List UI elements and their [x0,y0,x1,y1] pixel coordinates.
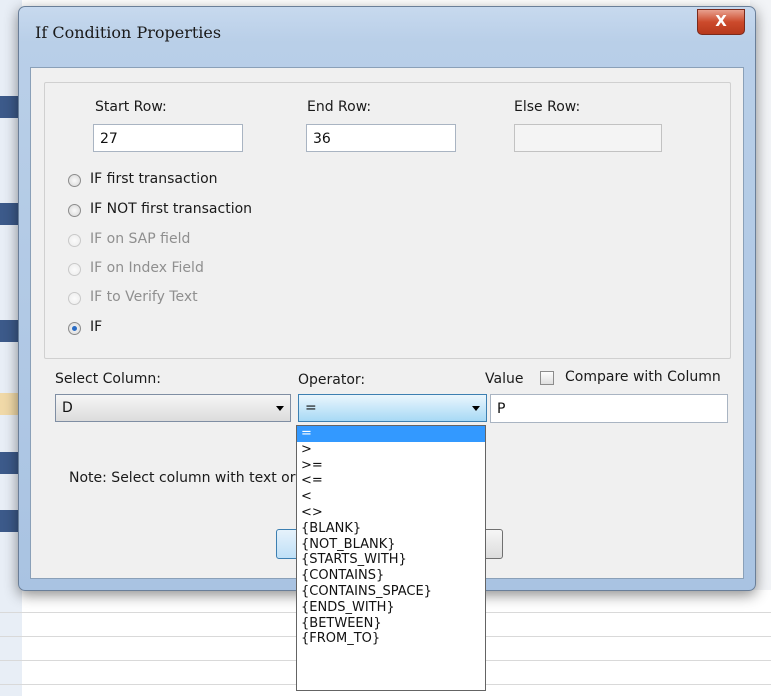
radio-label: IF on SAP field [90,231,191,247]
radio-label: IF on Index Field [90,260,204,276]
start-row-label: Start Row: [95,99,167,115]
radio-button[interactable] [68,174,81,187]
start-row-input[interactable]: 27 [93,124,243,152]
select-column-value: D [62,400,73,416]
operator-option[interactable]: < [297,489,485,505]
radio-if-to-verify-text: IF to Verify Text [68,289,328,309]
operator-option[interactable]: {ENDS_WITH} [297,600,485,616]
radio-if-first-transaction[interactable]: IF first transaction [68,171,328,191]
radio-label: IF to Verify Text [90,289,198,305]
operator-option[interactable]: <= [297,473,485,489]
compare-with-column-checkbox[interactable] [540,371,554,385]
radio-button [68,263,81,276]
operator-value: = [305,400,317,416]
operator-option[interactable]: {CONTAINS_SPACE} [297,584,485,600]
radio-label: IF first transaction [90,171,218,187]
chevron-down-icon[interactable] [472,406,480,411]
value-input[interactable]: P [490,394,728,423]
background-marker [0,96,18,118]
background-marker [0,393,18,415]
radio-button [68,234,81,247]
background-marker [0,203,18,225]
radio-if[interactable]: IF [68,319,328,339]
close-button[interactable]: X [697,9,745,35]
operator-combobox[interactable]: = [298,394,487,422]
radio-if-not-first-transaction[interactable]: IF NOT first transaction [68,201,328,221]
radio-button [68,292,81,305]
operator-dropdown-list[interactable]: = > >= <= < <> {BLANK} {NOT_BLANK} {STARTS_WITH}… [296,425,486,691]
operator-option[interactable]: {BLANK} [297,521,485,537]
select-column-label: Select Column: [55,371,161,387]
operator-option[interactable]: {NOT_BLANK} [297,537,485,553]
background-marker [0,452,18,474]
radio-if-on-index-field: IF on Index Field [68,260,328,280]
background-marker [0,510,18,532]
radio-label: IF [90,319,103,335]
operator-option[interactable]: <> [297,505,485,521]
compare-with-column-label: Compare with Column [565,369,721,385]
operator-option[interactable]: {FROM_TO} [297,631,485,647]
chevron-down-icon[interactable] [276,406,284,411]
operator-option[interactable]: {STARTS_WITH} [297,552,485,568]
radio-label: IF NOT first transaction [90,201,253,217]
operator-option[interactable]: {BETWEEN} [297,616,485,632]
operator-option[interactable]: = [297,426,485,442]
value-label: Value [485,371,524,387]
end-row-input[interactable]: 36 [306,124,456,152]
operator-option[interactable]: > [297,442,485,458]
operator-option[interactable]: {CONTAINS} [297,568,485,584]
radio-button-selected[interactable] [68,322,81,335]
else-row-input [514,124,662,152]
end-row-label: End Row: [307,99,372,115]
close-icon: X [715,12,727,30]
radio-if-on-sap-field: IF on SAP field [68,231,328,251]
radio-button[interactable] [68,204,81,217]
select-column-combobox[interactable]: D [55,394,291,422]
background-marker [0,320,18,342]
dialog-title: If Condition Properties [35,23,222,42]
title-bar[interactable]: If Condition Properties X [19,7,755,57]
else-row-label: Else Row: [514,99,581,115]
operator-option[interactable]: >= [297,458,485,474]
condition-group: Start Row: 27 End Row: 36 Else Row: IF f… [44,82,731,359]
note-text: Note: Select column with text or r [69,470,306,486]
operator-label: Operator: [298,372,366,388]
